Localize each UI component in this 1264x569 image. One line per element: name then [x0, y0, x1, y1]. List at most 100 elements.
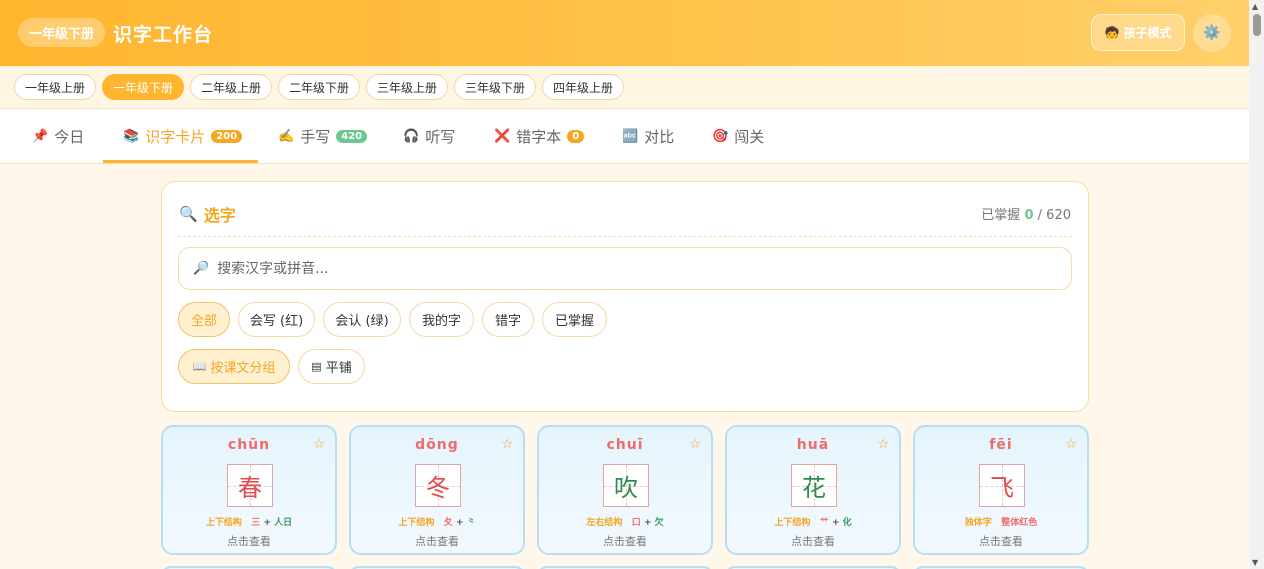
star-icon[interactable]: ☆	[313, 437, 325, 452]
card-char: 花	[802, 474, 826, 502]
tab-label: 识字卡片	[145, 128, 206, 146]
char-card-dong[interactable]: dōng ☆ 冬 上下结构 夂 + ⺀ 点击查看	[349, 425, 525, 555]
star-icon[interactable]: ☆	[689, 437, 701, 452]
grade-chip-3b[interactable]: 三年级下册	[454, 74, 536, 100]
app-title: 识字工作台	[113, 24, 214, 46]
component-2: ⺀	[466, 518, 476, 528]
card-char: 飞	[990, 474, 1014, 502]
tab-label: 手写	[300, 128, 331, 146]
view-label: 平铺	[325, 361, 352, 376]
plus-sign: +	[643, 518, 652, 528]
component-1: 三	[251, 518, 261, 528]
view-flat[interactable]: ▤ 平铺	[298, 349, 365, 384]
card-hint: 点击查看	[603, 535, 647, 548]
char-card-fei[interactable]: fēi ☆ 飞 独体字 整体红色 点击查看	[913, 425, 1089, 555]
pin-icon: 📌	[32, 129, 49, 144]
tab-count-badge: 200	[211, 130, 243, 143]
mastery-separator: /	[1037, 208, 1043, 223]
search-box[interactable]: 🔎	[178, 247, 1072, 290]
cross-icon: ❌	[494, 129, 511, 144]
component-2: 化	[842, 518, 852, 528]
tab-challenge[interactable]: 🎯 闯关	[712, 109, 764, 164]
tian-grid: 花	[791, 464, 837, 507]
card-structure: 上下结构 夂 + ⺀	[351, 515, 523, 528]
grade-chip-label: 二年级下册	[288, 80, 349, 95]
main-tabs: 📌 今日 📚 识字卡片 200 ✍️ 手写 420 🎧 听写 ❌ 错字本 0 🔤…	[0, 109, 1249, 164]
card-char: 吹	[614, 474, 638, 502]
grade-chip-4a[interactable]: 四年级上册	[542, 74, 624, 100]
settings-button[interactable]: ⚙️	[1193, 14, 1231, 52]
grade-chip-3a[interactable]: 三年级上册	[366, 74, 448, 100]
open-book-icon: 📖	[192, 360, 207, 373]
tab-count-badge: 0	[567, 130, 585, 143]
structure-type: 上下结构	[398, 518, 435, 528]
component-1: 艹	[819, 518, 829, 528]
panel-divider	[178, 236, 1072, 237]
tab-count-badge: 420	[336, 130, 368, 143]
tab-label: 今日	[54, 128, 85, 146]
star-icon[interactable]: ☆	[877, 437, 889, 452]
current-grade-pill[interactable]: 一年级下册	[18, 18, 106, 47]
component-1: 整体红色	[1001, 518, 1038, 528]
star-icon[interactable]: ☆	[1065, 437, 1077, 452]
filter-mistakes[interactable]: 错字	[482, 302, 534, 337]
grade-chip-label: 二年级上册	[200, 80, 261, 95]
kid-mode-button[interactable]: 🧒 孩子模式	[1091, 14, 1185, 51]
gear-icon: ⚙️	[1203, 25, 1221, 41]
card-structure: 上下结构 三 + 人日	[163, 515, 335, 528]
grade-chip-1a[interactable]: 一年级上册	[14, 74, 96, 100]
filter-mastered[interactable]: 已掌握	[542, 302, 607, 337]
filter-all[interactable]: 全部	[178, 302, 230, 337]
kid-mode-label: 孩子模式	[1123, 26, 1172, 40]
card-pinyin: huā	[796, 437, 830, 453]
kid-face-icon: 🧒	[1104, 25, 1120, 40]
tab-dictation[interactable]: 🎧 听写	[403, 109, 455, 164]
structure-type: 独体字	[964, 518, 992, 528]
scroll-down-arrow-icon[interactable]: ▼	[1252, 558, 1258, 567]
tian-grid: 冬	[415, 464, 461, 507]
filter-can-read[interactable]: 会认 (绿)	[323, 302, 401, 337]
grade-chip-label: 四年级上册	[552, 80, 613, 95]
active-tab-indicator	[103, 160, 258, 163]
target-icon: 🎯	[712, 129, 729, 144]
star-icon[interactable]: ☆	[501, 437, 513, 452]
char-card-chun[interactable]: chūn ☆ 春 上下结构 三 + 人日 点击查看	[161, 425, 337, 555]
card-pinyin: fēi	[989, 437, 1013, 453]
filter-label: 错字	[494, 314, 521, 329]
tab-mistakes[interactable]: ❌ 错字本 0	[494, 109, 585, 164]
tian-grid: 吹	[603, 464, 649, 507]
char-card-chui[interactable]: chuī ☆ 吹 左右结构 口 + 欠 点击查看	[537, 425, 713, 555]
grade-chip-label: 一年级下册	[112, 80, 173, 95]
magnifier-icon: 🔍	[179, 205, 198, 223]
search-input[interactable]	[217, 260, 1038, 277]
component-1: 口	[631, 518, 641, 528]
scroll-thumb[interactable]	[1253, 14, 1261, 36]
tab-label: 听写	[425, 128, 456, 146]
select-panel: 🔍 选字 已掌握 0 / 620 🔎 全部 会写 (红) 会认 (绿) 我的字 …	[161, 181, 1089, 412]
structure-type: 左右结构	[586, 518, 623, 528]
card-pinyin: chuī	[606, 437, 644, 453]
tab-label: 错字本	[516, 128, 562, 146]
filter-my-chars[interactable]: 我的字	[409, 302, 474, 337]
grade-chip-label: 一年级上册	[24, 80, 85, 95]
tab-handwriting[interactable]: ✍️ 手写 420	[278, 109, 368, 164]
component-1: 夂	[443, 518, 453, 528]
card-structure: 独体字 整体红色	[915, 515, 1087, 528]
page-scrollbar[interactable]: ▲ ▼	[1249, 0, 1264, 569]
grade-chip-1b[interactable]: 一年级下册	[102, 74, 184, 100]
filter-can-write[interactable]: 会写 (红)	[238, 302, 315, 337]
component-2: 欠	[654, 518, 664, 528]
tab-today[interactable]: 📌 今日	[32, 109, 84, 164]
scroll-up-arrow-icon[interactable]: ▲	[1252, 2, 1258, 11]
mastery-count: 0	[1024, 208, 1034, 223]
tab-label: 闯关	[734, 128, 765, 146]
abc-icon: 🔤	[622, 129, 639, 144]
grade-chip-2a[interactable]: 二年级上册	[190, 74, 272, 100]
component-2: 人日	[274, 518, 293, 528]
tab-cards[interactable]: 📚 识字卡片 200	[123, 109, 243, 164]
view-by-lesson[interactable]: 📖 按课文分组	[178, 349, 290, 384]
card-pinyin: chūn	[227, 437, 271, 453]
char-card-hua[interactable]: huā ☆ 花 上下结构 艹 + 化 点击查看	[725, 425, 901, 555]
tab-compare[interactable]: 🔤 对比	[622, 109, 674, 164]
grade-chip-2b[interactable]: 二年级下册	[278, 74, 360, 100]
